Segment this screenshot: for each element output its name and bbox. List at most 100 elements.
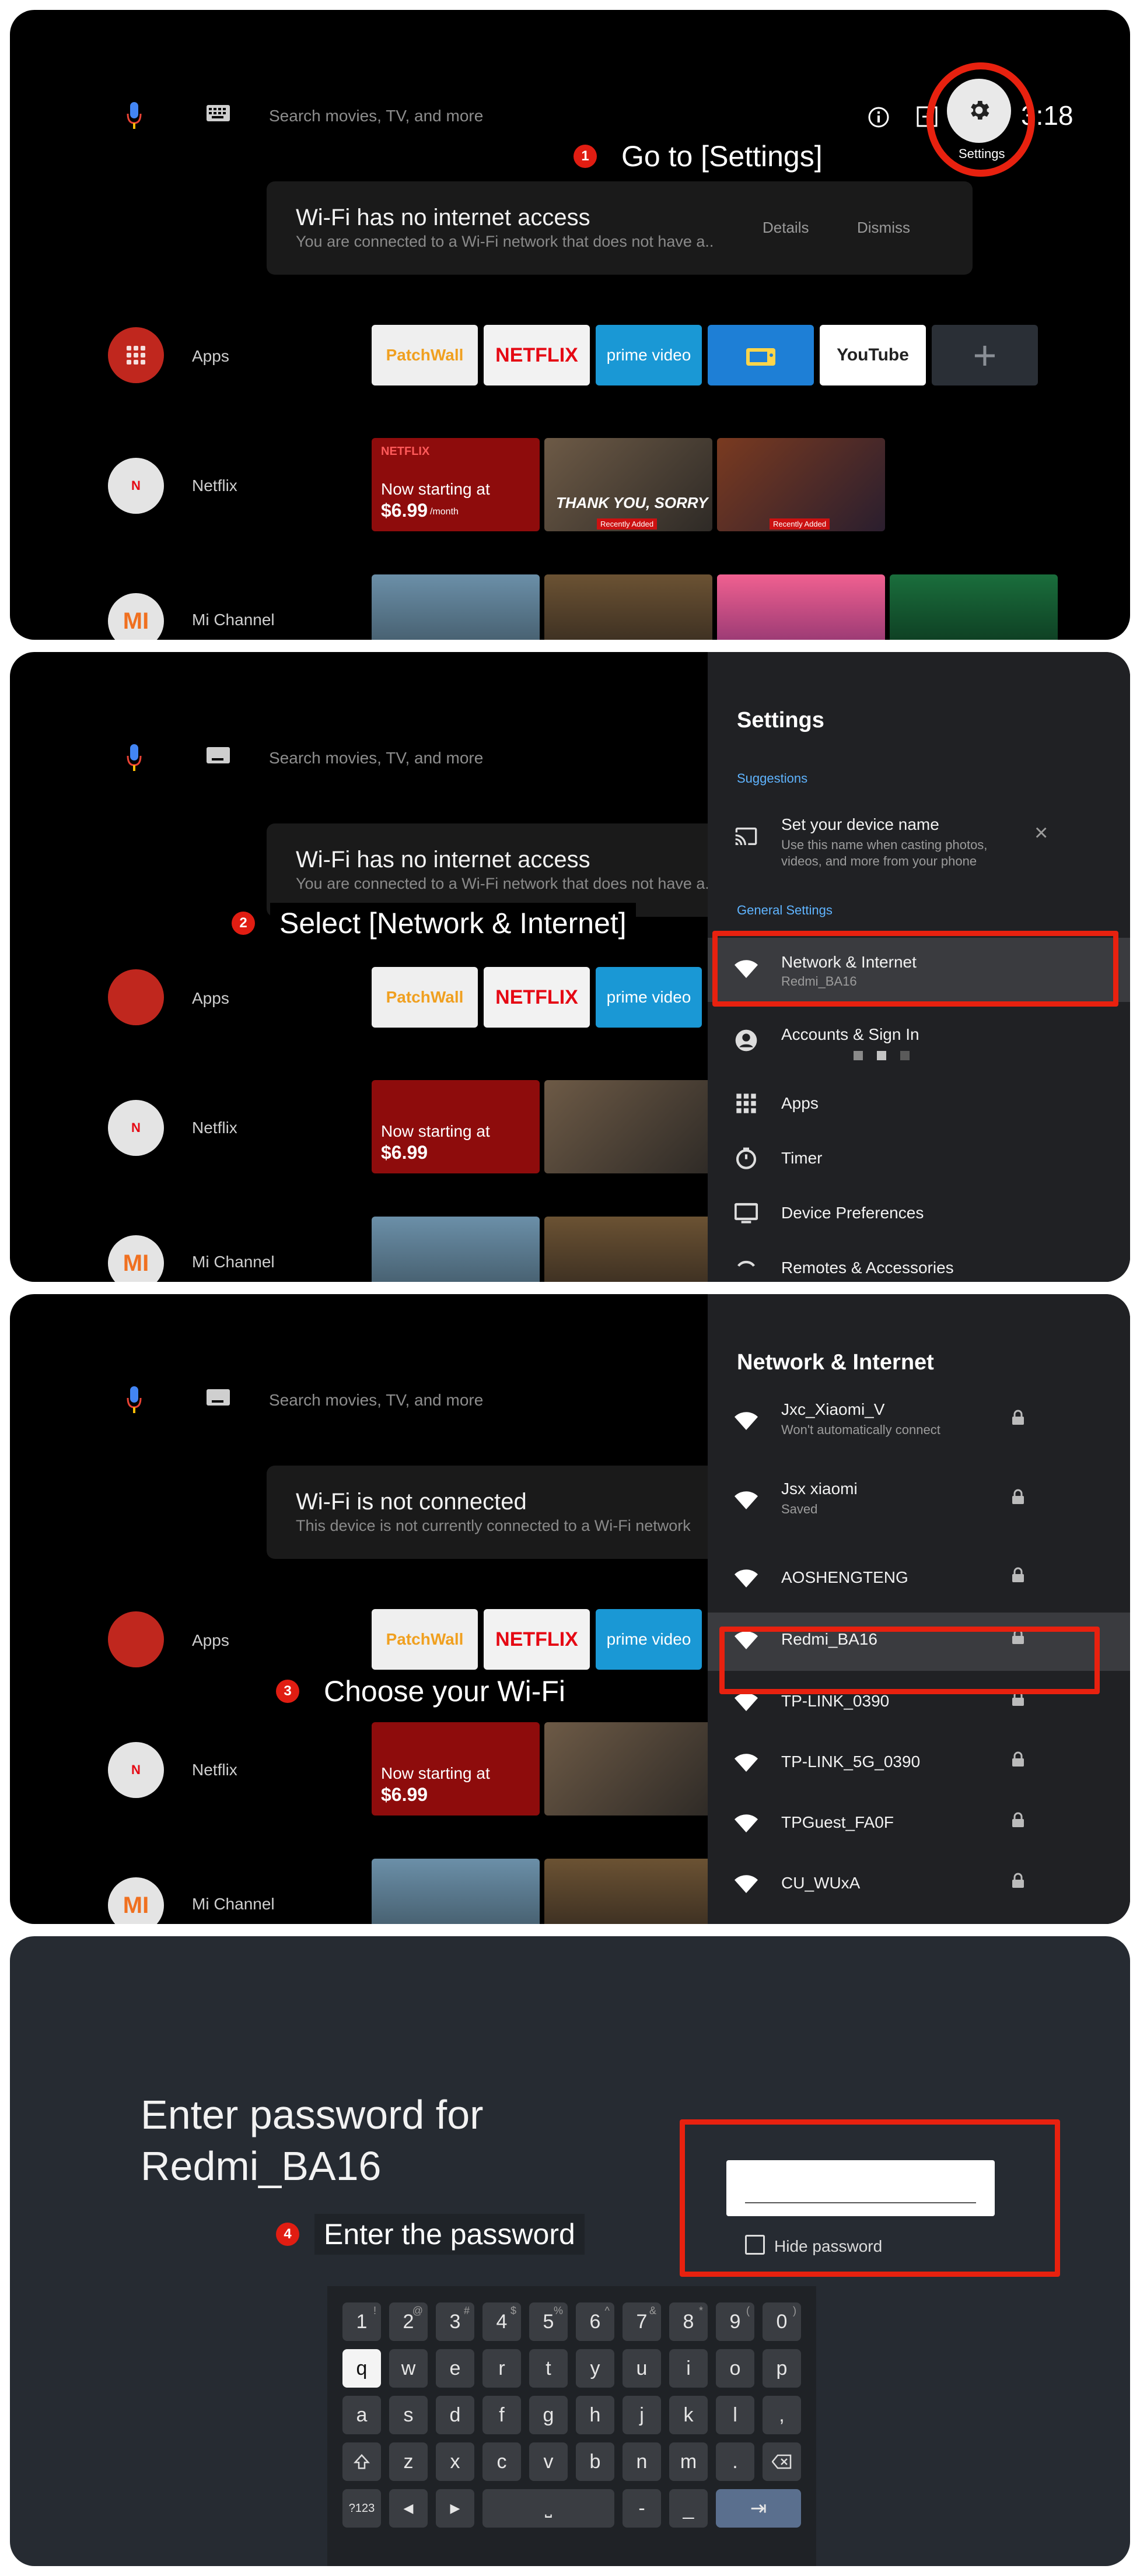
key-letter[interactable]: t — [529, 2349, 568, 2388]
shift-key[interactable] — [342, 2442, 381, 2481]
app-patchwall[interactable]: PatchWall — [372, 967, 478, 1028]
key-letter[interactable]: d — [436, 2396, 474, 2434]
app-youtube[interactable]: YouTube — [820, 325, 926, 385]
mi-tile-2[interactable] — [544, 1859, 712, 1924]
key-letter[interactable]: x — [436, 2442, 474, 2481]
key-letter[interactable]: z — [389, 2442, 428, 2481]
key-letter[interactable]: j — [623, 2396, 661, 2434]
key-letter[interactable]: s — [389, 2396, 428, 2434]
key-letter[interactable]: w — [389, 2349, 428, 2388]
microphone-icon[interactable] — [127, 1385, 142, 1414]
key-digit[interactable]: 6 ^ — [576, 2302, 614, 2341]
movie-tile-1[interactable]: THANK YOU, SORRY Recently Added — [544, 438, 712, 531]
key-symbol[interactable]: - — [623, 2489, 661, 2528]
app-patchwall[interactable]: PatchWall — [372, 325, 478, 385]
netflix-promo-tile[interactable]: Now starting at $6.99 — [372, 1722, 540, 1816]
key-digit[interactable]: 1! — [342, 2302, 381, 2341]
app-prime-video[interactable]: prime video — [596, 1609, 702, 1670]
key-digit[interactable]: 2 @ — [389, 2302, 428, 2341]
key-letter[interactable]: m — [669, 2442, 708, 2481]
key-letter[interactable]: c — [482, 2442, 521, 2481]
key-letter[interactable]: g — [529, 2396, 568, 2434]
key-letter[interactable]: b — [576, 2442, 614, 2481]
netflix-promo-tile[interactable]: NETFLIX Now starting at $6.99 /month — [372, 438, 540, 531]
key-letter[interactable]: u — [623, 2349, 661, 2388]
search-input[interactable]: Search movies, TV, and more — [269, 107, 483, 125]
search-input[interactable]: Search movies, TV, and more — [269, 1391, 483, 1410]
mi-tile-1[interactable] — [372, 1217, 540, 1282]
add-app-button[interactable]: + — [932, 325, 1038, 385]
movie-tile-1[interactable] — [544, 1722, 712, 1816]
key-letter[interactable]: n — [623, 2442, 661, 2481]
key-letter[interactable]: h — [576, 2396, 614, 2434]
remotes-item[interactable]: Remotes & Accessories — [708, 1242, 1130, 1282]
key-digit[interactable]: 7 & — [623, 2302, 661, 2341]
microphone-icon[interactable] — [127, 101, 142, 130]
netflix-promo-tile[interactable]: Now starting at $6.99 — [372, 1080, 540, 1173]
app-patchwall[interactable]: PatchWall — [372, 1609, 478, 1670]
close-icon[interactable]: × — [1034, 820, 1048, 846]
password-input[interactable] — [726, 2160, 995, 2216]
microphone-icon[interactable] — [127, 743, 142, 772]
network-item[interactable]: TPGuest_FA0F — [708, 1796, 1130, 1854]
app-netflix[interactable]: NETFLIX — [484, 325, 590, 385]
key-digit[interactable]: 8 * — [669, 2302, 708, 2341]
network-item[interactable]: CU_WUxA — [708, 1856, 1130, 1915]
symbols-key[interactable]: ?123 — [342, 2489, 381, 2528]
key-letter[interactable]: o — [716, 2349, 754, 2388]
enter-key[interactable]: ⇥ — [716, 2489, 801, 2528]
device-name-suggestion[interactable]: Set your device name Use this name when … — [708, 809, 1130, 874]
key-letter[interactable]: y — [576, 2349, 614, 2388]
apps-item[interactable]: Apps — [708, 1078, 1130, 1130]
key-letter[interactable]: . — [716, 2442, 754, 2481]
key-letter[interactable]: r — [482, 2349, 521, 2388]
mi-tile-2[interactable] — [544, 574, 712, 640]
cursor-left-key[interactable]: ◀ — [389, 2489, 428, 2528]
info-icon[interactable] — [868, 106, 890, 128]
app-prime-video[interactable]: prime video — [596, 325, 702, 385]
key-letter[interactable]: p — [763, 2349, 801, 2388]
key-letter[interactable]: i — [669, 2349, 708, 2388]
key-digit[interactable]: 3 # — [436, 2302, 474, 2341]
key-digit[interactable]: 5% — [529, 2302, 568, 2341]
keyboard-icon[interactable] — [206, 1389, 230, 1406]
mi-tile-2[interactable] — [544, 1217, 712, 1282]
key-digit[interactable]: 4 $ — [482, 2302, 521, 2341]
dismiss-button[interactable]: Dismiss — [857, 219, 910, 237]
key-letter[interactable]: a — [342, 2396, 381, 2434]
key-digit[interactable]: 0) — [763, 2302, 801, 2341]
mi-tile-3[interactable] — [717, 574, 885, 640]
mi-tile-1[interactable] — [372, 1859, 540, 1924]
timer-item[interactable]: Timer — [708, 1133, 1130, 1185]
key-letter[interactable]: f — [482, 2396, 521, 2434]
details-button[interactable]: Details — [763, 219, 809, 237]
mi-tile-4[interactable] — [890, 574, 1058, 640]
mi-tile-1[interactable] — [372, 574, 540, 640]
app-netflix[interactable]: NETFLIX — [484, 1609, 590, 1670]
key-letter[interactable]: l — [716, 2396, 754, 2434]
accounts-item[interactable]: Accounts & Sign In — [708, 1014, 1130, 1078]
cursor-right-key[interactable]: ▶ — [436, 2489, 474, 2528]
app-tv[interactable] — [708, 325, 814, 385]
network-item[interactable]: Jxc_Xiaomi_V Won't automatically connect — [708, 1393, 1130, 1463]
key-letter[interactable]: e — [436, 2349, 474, 2388]
keyboard-icon[interactable] — [206, 746, 230, 764]
key-letter[interactable]: , — [763, 2396, 801, 2434]
search-input[interactable]: Search movies, TV, and more — [269, 749, 483, 767]
space-key[interactable]: ⎵ — [482, 2489, 614, 2528]
key-letter[interactable]: k — [669, 2396, 708, 2434]
key-letter[interactable]: q — [342, 2349, 381, 2388]
network-item[interactable]: TP-LINK_5G_0390 — [708, 1735, 1130, 1793]
movie-tile-1[interactable] — [544, 1080, 712, 1173]
key-symbol[interactable]: _ — [669, 2489, 708, 2528]
app-prime-video[interactable]: prime video — [596, 967, 702, 1028]
app-netflix[interactable]: NETFLIX — [484, 967, 590, 1028]
keyboard-icon[interactable] — [206, 104, 230, 122]
network-item[interactable]: AOSHENGTENG — [708, 1551, 1130, 1609]
key-letter[interactable]: v — [529, 2442, 568, 2481]
movie-tile-2[interactable]: Recently Added — [717, 438, 885, 531]
hide-password-checkbox[interactable] — [745, 2235, 765, 2255]
network-item[interactable]: Jsx xiaomi Saved — [708, 1473, 1130, 1543]
backspace-key[interactable] — [763, 2442, 801, 2481]
key-digit[interactable]: 9( — [716, 2302, 754, 2341]
